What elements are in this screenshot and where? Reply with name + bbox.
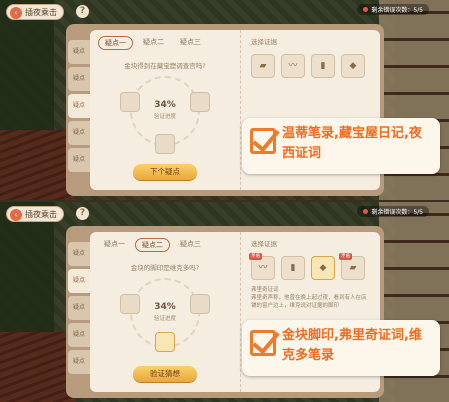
top-panel: ‹ 插夜乘击 ? 剩余错误次数：5/5 疑点 疑点 疑点 疑点 疑点 疑点一 疑点… (0, 0, 449, 200)
evidence-slot-selected[interactable] (155, 332, 175, 352)
alert-icon (363, 7, 369, 12)
tab-point-1[interactable]: 疑点一 (98, 238, 131, 252)
side-tab[interactable]: 疑点 (68, 40, 90, 64)
side-tab[interactable]: 疑点 (68, 121, 90, 145)
error-counter: 剩余错误次数：5/5 (357, 206, 429, 217)
side-tab[interactable]: 疑点 (68, 350, 90, 374)
question-text: 金块的脚印是维克多吗? (130, 264, 200, 272)
side-tabs: 疑点 疑点 疑点 疑点 疑点 (68, 242, 92, 377)
side-tabs: 疑点 疑点 疑点 疑点 疑点 (68, 40, 92, 175)
progress-label: 验证进度 (153, 114, 176, 120)
evidence-description: 弗里奇证词 弗里奇声称，他曾在晚上起过夜，看到有人在店铺的窗户边上，维克说对证据… (251, 286, 371, 310)
suspicion-page: 疑点一 疑点二 疑点三 金块的脚印是维克多吗? 34% 验证进度 验证猜想 (90, 232, 240, 392)
callout-text: 金块脚印,弗里奇证词,维克多笔录 (282, 328, 422, 363)
side-tab[interactable]: 疑点 (68, 94, 90, 118)
tab-point-1[interactable]: 疑点一 (98, 36, 133, 50)
help-button[interactable]: ? (76, 5, 89, 18)
evidence-item[interactable]: 〰矛盾 (249, 253, 275, 280)
side-tab[interactable]: 疑点 (68, 148, 90, 172)
bottom-panel: ‹ 插夜乘击 ? 剩余错误次数：5/5 疑点 疑点 疑点 疑点 疑点 疑点一 疑点… (0, 202, 449, 402)
back-button[interactable]: ‹ 插夜乘击 (6, 4, 64, 20)
evidence-item[interactable]: ◆ (341, 54, 365, 78)
checkmark-icon (250, 128, 276, 154)
evidence-item[interactable]: ▰ 矛盾 (339, 253, 365, 280)
evidence-desc-body: 弗里奇声称，他曾在晚上起过夜，看到有人在店铺的窗户边上，维克说对证据的脚印 (251, 295, 367, 309)
evidence-slot[interactable] (155, 134, 175, 154)
evidence-slot[interactable] (120, 294, 140, 314)
evidence-item[interactable]: ▮ (281, 256, 305, 280)
evidence-item[interactable]: 〰 (281, 54, 305, 78)
side-tab[interactable]: 疑点 (68, 269, 90, 293)
answer-callout: 温蒂笔录,藏宝屋日记,夜西证词 (242, 118, 440, 174)
evidence-slot[interactable] (190, 92, 210, 112)
evidence-title: 选择证据 (251, 240, 277, 248)
answer-callout: 金块脚印,弗里奇证词,维克多笔录 (242, 320, 440, 376)
evidence-slot[interactable] (190, 294, 210, 314)
back-button[interactable]: ‹ 插夜乘击 (6, 206, 64, 222)
verify-button[interactable]: 验证猜想 (133, 366, 197, 382)
tag-badge: 矛盾 (339, 253, 352, 260)
callout-text: 温蒂笔录,藏宝屋日记,夜西证词 (282, 126, 422, 161)
alert-icon (363, 209, 369, 214)
side-tab[interactable]: 疑点 (68, 323, 90, 347)
tag-badge: 矛盾 (249, 253, 262, 260)
progress-percent: 34% (154, 302, 176, 312)
evidence-list: ▰ 〰 ▮ ◆ (251, 54, 365, 78)
evidence-item-selected[interactable]: ◆ (311, 256, 335, 280)
evidence-item[interactable]: ▮ (311, 54, 335, 78)
tab-point-2[interactable]: 疑点二 (135, 238, 170, 252)
tab-point-3[interactable]: 疑点三 (174, 36, 207, 50)
evidence-slot[interactable] (120, 92, 140, 112)
tab-point-3[interactable]: 疑点三 (174, 238, 207, 252)
back-arrow-icon: ‹ (10, 209, 22, 221)
evidence-desc-title: 弗里奇证词 (251, 287, 279, 293)
tab-point-2[interactable]: 疑点二 (137, 36, 170, 50)
question-text: 金块得到在藏宝窟调查宫吗? (124, 62, 206, 70)
evidence-list: 〰矛盾 ▮ ◆ ▰ 矛盾 (249, 253, 365, 280)
side-tab[interactable]: 疑点 (68, 242, 90, 266)
side-tab[interactable]: 疑点 (68, 296, 90, 320)
back-arrow-icon: ‹ (10, 7, 22, 19)
next-point-button[interactable]: 下个疑点 (133, 164, 197, 180)
side-tab[interactable]: 疑点 (68, 67, 90, 91)
help-button[interactable]: ? (76, 207, 89, 220)
evidence-title: 选择证据 (251, 38, 277, 46)
progress-percent: 34% (154, 100, 176, 110)
evidence-item[interactable]: ▰ (251, 54, 275, 78)
progress-label: 验证进度 (153, 316, 176, 322)
error-counter: 剩余错误次数：5/5 (357, 4, 429, 15)
suspicion-page: 疑点一 疑点二 疑点三 金块得到在藏宝窟调查宫吗? 34% 验证进度 下个疑点 (90, 30, 240, 190)
checkmark-icon (250, 330, 276, 356)
